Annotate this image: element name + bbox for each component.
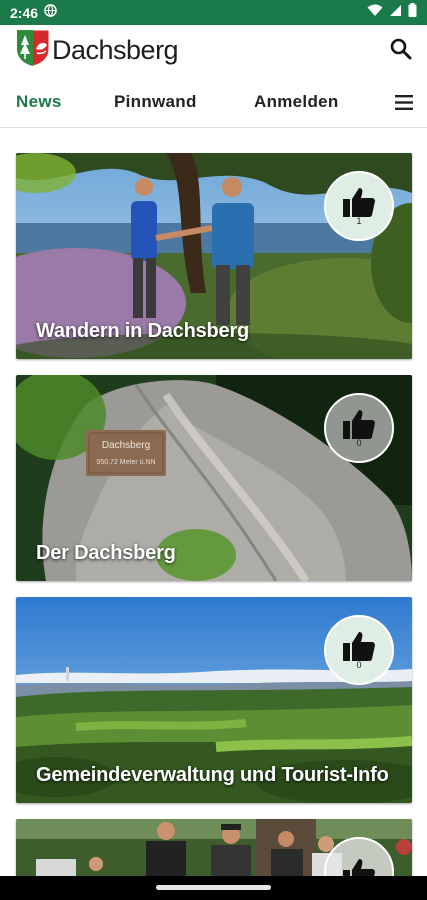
- wifi-icon: [367, 4, 383, 22]
- coat-of-arms-icon: [16, 29, 50, 72]
- signal-icon: [389, 4, 402, 22]
- news-card[interactable]: 0 Gemeindeverwaltung und Tourist-Info: [16, 597, 412, 803]
- like-button[interactable]: 0: [324, 393, 394, 463]
- app-bar: Dachsberg: [0, 25, 427, 75]
- summit-sign-name: Dachsberg: [102, 440, 150, 451]
- thumbs-up-icon: [343, 410, 375, 439]
- news-card[interactable]: Dachsberg 950,72 Meter ü.NN 0 Der Dachsb…: [16, 375, 412, 581]
- like-count: 0: [356, 660, 362, 670]
- tab-news[interactable]: News: [16, 92, 62, 112]
- summit-sign-elevation: 950,72 Meter ü.NN: [96, 459, 155, 466]
- status-bar: 2:46: [0, 0, 427, 25]
- menu-button[interactable]: [395, 95, 413, 110]
- system-navigation-bar: [0, 876, 427, 900]
- thumbs-up-icon: [343, 859, 375, 876]
- app-title: Dachsberg: [52, 35, 179, 65]
- search-icon: [389, 38, 413, 65]
- thumbs-up-icon: [343, 188, 375, 217]
- news-card-title: Der Dachsberg: [36, 542, 176, 564]
- battery-icon: [408, 3, 417, 22]
- tab-pinnwand[interactable]: Pinnwand: [114, 92, 197, 112]
- home-gesture-handle[interactable]: [156, 885, 271, 890]
- news-card[interactable]: 1 Wandern in Dachsberg: [16, 153, 412, 359]
- hamburger-menu-icon: [395, 95, 413, 110]
- tab-anmelden[interactable]: Anmelden: [254, 92, 339, 112]
- app-logo[interactable]: Dachsberg: [16, 29, 179, 72]
- tab-bar: News Pinnwand Anmelden: [0, 78, 427, 128]
- news-card-title: Gemeindeverwaltung und Tourist-Info: [36, 764, 389, 786]
- status-time: 2:46: [10, 4, 39, 21]
- search-button[interactable]: [389, 37, 415, 63]
- thumbs-up-icon: [343, 632, 375, 661]
- like-count: 0: [356, 438, 362, 448]
- like-button[interactable]: 0: [324, 615, 394, 685]
- like-count: 1: [356, 216, 362, 226]
- vpn-globe-icon: [44, 3, 57, 22]
- news-card[interactable]: [16, 819, 412, 876]
- like-button[interactable]: 1: [324, 171, 394, 241]
- news-card-title: Wandern in Dachsberg: [36, 320, 250, 342]
